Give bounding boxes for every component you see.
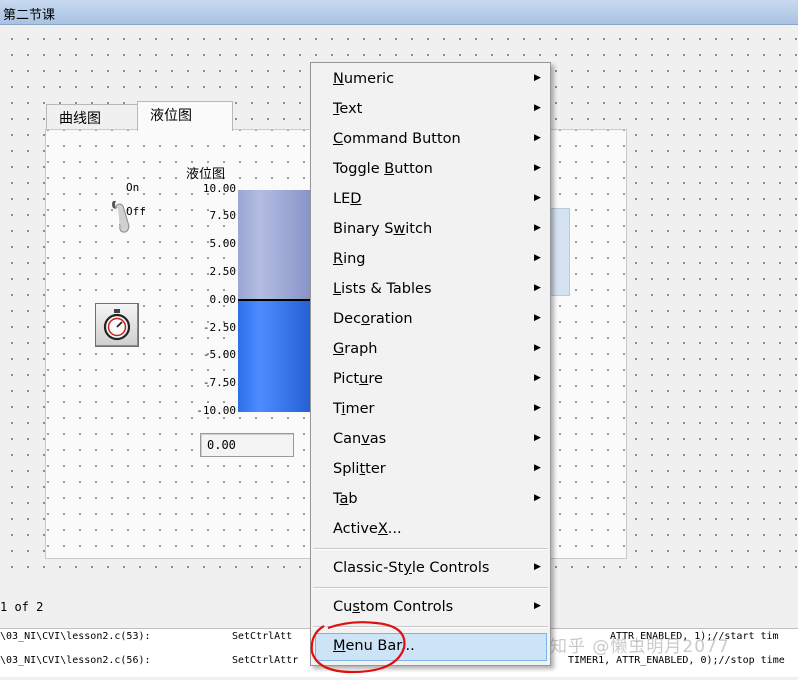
tank-tick-label: -2.50 xyxy=(202,321,236,334)
menu-item-binary-switch[interactable]: Binary Switch ▶ xyxy=(311,216,550,244)
output-code: SetCtrlAttr xyxy=(232,655,299,666)
menu-item-label: Decoration xyxy=(333,311,413,327)
menu-item-custom-controls[interactable]: Custom Controls ▶ xyxy=(311,594,550,622)
menu-item-label: Custom Controls xyxy=(333,599,454,615)
switch-on-label: On xyxy=(126,181,140,194)
menu-item-timer[interactable]: Timer ▶ xyxy=(311,396,550,424)
menu-item-tab[interactable]: Tab ▶ xyxy=(311,486,550,514)
submenu-arrow-icon: ▶ xyxy=(534,343,541,353)
tank-tick-label: 5.00 xyxy=(209,237,237,250)
menu-item-classic-style-controls[interactable]: Classic-Style Controls ▶ xyxy=(311,555,550,583)
tab-label: 液位图 xyxy=(150,108,192,124)
menu-item-led[interactable]: LED ▶ xyxy=(311,186,550,214)
menu-item-label: Numeric xyxy=(333,71,395,87)
menu-item-label: Toggle Button xyxy=(333,161,433,177)
menu-item-graph[interactable]: Graph ▶ xyxy=(311,336,550,364)
context-menu: Numeric ▶ Text ▶ Command Button ▶ Toggle Butto… xyxy=(310,62,551,666)
submenu-arrow-icon: ▶ xyxy=(534,103,541,113)
output-location[interactable]: \03_NI\CVI\lesson2.c(53): xyxy=(0,631,151,642)
submenu-arrow-icon: ▶ xyxy=(534,73,541,83)
menu-item-ring[interactable]: Ring ▶ xyxy=(311,246,550,274)
tank-tick-label: 7.50 xyxy=(209,209,237,222)
submenu-arrow-icon: ▶ xyxy=(534,433,541,443)
submenu-arrow-icon: ▶ xyxy=(534,253,541,263)
menu-separator xyxy=(313,626,548,628)
menu-item-label: Timer xyxy=(333,401,375,417)
tank-empty-region xyxy=(238,190,310,300)
menu-item-label: ActiveX... xyxy=(333,521,402,537)
submenu-arrow-icon: ▶ xyxy=(534,463,541,473)
binary-switch-lever[interactable] xyxy=(110,198,132,234)
menu-item-label: Command Button xyxy=(333,131,461,147)
tab-label: 曲线图 xyxy=(59,111,101,127)
menu-item-text[interactable]: Text ▶ xyxy=(311,96,550,124)
menu-item-label: Canvas xyxy=(333,431,387,447)
menu-item-label: Classic-Style Controls xyxy=(333,560,490,576)
page-indicator: 1 of 2 xyxy=(0,600,44,614)
window-title: 第二节课 xyxy=(3,8,56,23)
menu-item-menu-bar[interactable]: Menu Bar... xyxy=(315,633,547,661)
menu-item-command-button[interactable]: Command Button ▶ xyxy=(311,126,550,154)
tab-curve-graph[interactable]: 曲线图 xyxy=(46,104,138,129)
title-bar: 第二节课 xyxy=(0,0,798,25)
menu-item-canvas[interactable]: Canvas ▶ xyxy=(311,426,550,454)
menu-separator xyxy=(313,587,548,589)
tank-tick-label: -7.50 xyxy=(202,376,236,389)
menu-item-picture[interactable]: Picture ▶ xyxy=(311,366,550,394)
submenu-arrow-icon: ▶ xyxy=(534,313,541,323)
submenu-arrow-icon: ▶ xyxy=(534,601,541,611)
submenu-arrow-icon: ▶ xyxy=(534,133,541,143)
tank-tick-label: -5.00 xyxy=(202,348,236,361)
menu-item-label: Menu Bar... xyxy=(333,638,415,654)
output-code: SetCtrlAtt xyxy=(232,631,293,642)
tank-fill xyxy=(238,301,310,412)
tank-title: 液位图 xyxy=(186,167,226,182)
menu-item-toggle-button[interactable]: Toggle Button ▶ xyxy=(311,156,550,184)
submenu-arrow-icon: ▶ xyxy=(534,562,541,572)
tab-level-graph[interactable]: 液位图 xyxy=(137,101,233,131)
menu-item-label: Lists & Tables xyxy=(333,281,432,297)
menu-item-label: LED xyxy=(333,191,362,207)
menu-item-label: Picture xyxy=(333,371,383,387)
stopwatch-icon xyxy=(103,309,131,341)
menu-item-label: Splitter xyxy=(333,461,386,477)
menu-item-decoration[interactable]: Decoration ▶ xyxy=(311,306,550,334)
submenu-arrow-icon: ▶ xyxy=(534,403,541,413)
menu-item-splitter[interactable]: Splitter ▶ xyxy=(311,456,550,484)
menu-item-label: Binary Switch xyxy=(333,221,433,237)
timer-control[interactable] xyxy=(95,303,139,347)
tank-tick-label: 0.00 xyxy=(209,293,237,306)
submenu-arrow-icon: ▶ xyxy=(534,373,541,383)
menu-item-activex[interactable]: ActiveX... xyxy=(311,516,550,544)
submenu-arrow-icon: ▶ xyxy=(534,493,541,503)
submenu-arrow-icon: ▶ xyxy=(534,223,541,233)
menu-item-label: Graph xyxy=(333,341,378,357)
menu-separator xyxy=(313,548,548,550)
menu-item-numeric[interactable]: Numeric ▶ xyxy=(311,66,550,94)
menu-item-label: Tab xyxy=(333,491,358,507)
submenu-arrow-icon: ▶ xyxy=(534,193,541,203)
submenu-arrow-icon: ▶ xyxy=(534,283,541,293)
output-location[interactable]: \03_NI\CVI\lesson2.c(56): xyxy=(0,655,151,666)
submenu-arrow-icon: ▶ xyxy=(534,163,541,173)
menu-item-label: Ring xyxy=(333,251,366,267)
tank-tick-label: -10.00 xyxy=(196,404,236,417)
tank-value-display[interactable]: 0.00 xyxy=(200,433,294,457)
watermark: 知乎 @懒虫明月2077 xyxy=(550,637,730,657)
tank-tick-label: 10.00 xyxy=(202,182,236,195)
menu-item-label: Text xyxy=(333,101,363,117)
tank-tick-label: 2.50 xyxy=(209,265,237,278)
menu-item-lists-tables[interactable]: Lists & Tables ▶ xyxy=(311,276,550,304)
